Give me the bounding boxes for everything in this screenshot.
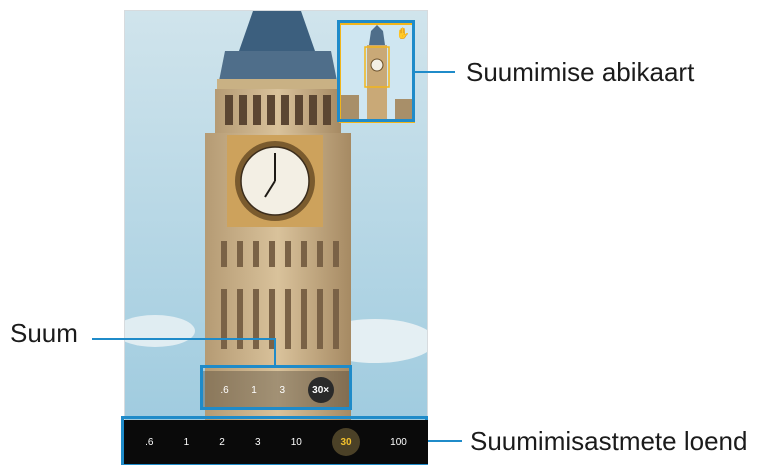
zoom-callout-label: Suum bbox=[10, 318, 78, 348]
minimap-highlight bbox=[337, 20, 415, 122]
zoom-step-3[interactable]: 3 bbox=[255, 437, 261, 448]
zoom-control-highlight bbox=[200, 365, 352, 410]
zoom-step-active[interactable]: 30 bbox=[332, 428, 361, 456]
minimap-callout-label: Suumimise abikaart bbox=[466, 57, 695, 87]
zoom-step-100[interactable]: 100 bbox=[390, 437, 407, 448]
zoom-step-1[interactable]: 1 bbox=[184, 437, 190, 448]
zoom-steps-callout-label: Suumimisastmete loend bbox=[470, 426, 748, 456]
zoom-steps-list: .6 1 2 3 10 30 100 bbox=[124, 420, 428, 464]
zoom-step-0-6[interactable]: .6 bbox=[145, 437, 153, 448]
zoom-step-2[interactable]: 2 bbox=[219, 437, 225, 448]
zoom-step-10[interactable]: 10 bbox=[291, 437, 302, 448]
